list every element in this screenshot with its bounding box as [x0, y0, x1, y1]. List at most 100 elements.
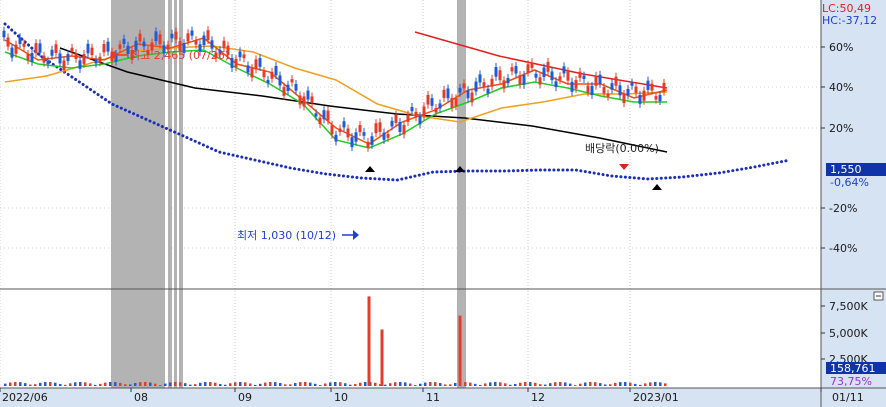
candle-body	[342, 121, 346, 128]
volume-bar	[229, 383, 232, 386]
volume-bar	[264, 382, 267, 386]
price-tick-label: -20%	[829, 202, 857, 215]
candle-body	[418, 116, 422, 125]
candle-body	[614, 76, 618, 86]
candle-body	[330, 125, 334, 135]
volume-bar	[209, 382, 212, 386]
volume-bar	[294, 383, 297, 386]
date-tick-label: 01/11	[832, 391, 864, 404]
candle-body	[158, 34, 162, 45]
current-change: -0,64%	[830, 176, 869, 189]
volume-bar	[614, 382, 617, 386]
volume-bar	[134, 383, 137, 386]
volume-bar	[394, 382, 397, 386]
volume-bar	[254, 384, 257, 386]
volume-bar	[114, 382, 117, 386]
volume-bar	[79, 381, 82, 386]
volume-bar	[534, 382, 537, 386]
volume-bar	[109, 381, 112, 386]
candle-body	[542, 67, 546, 78]
current-price: 1,550	[830, 163, 862, 176]
candle-body	[374, 123, 378, 134]
price-tick-label: 60%	[829, 41, 853, 54]
candle-body	[222, 40, 226, 49]
volume-bar	[489, 382, 492, 386]
volume-bar	[4, 383, 7, 386]
volume-bar	[444, 384, 447, 386]
candle-body	[54, 44, 58, 54]
candle-body	[486, 88, 490, 94]
volume-bar	[609, 384, 612, 386]
candle-body	[462, 83, 466, 89]
candle-body	[586, 85, 590, 93]
volume-bar	[144, 381, 147, 386]
candle-body	[142, 41, 146, 47]
candle-body	[550, 71, 554, 81]
volume-bar	[324, 383, 327, 386]
candle-body	[46, 60, 50, 65]
volume-bar	[279, 382, 282, 386]
candle-body	[6, 37, 10, 47]
volume-bar	[644, 383, 647, 386]
candle-body	[538, 77, 542, 85]
volume-bar	[399, 381, 402, 386]
candle-body	[278, 75, 282, 86]
candle-body	[638, 94, 642, 104]
high-label: 최고 2,465 (07/26)	[130, 49, 229, 62]
candle-body	[346, 128, 350, 138]
candle-body	[106, 41, 110, 52]
volume-bar	[504, 383, 507, 386]
candle-body	[578, 71, 582, 78]
volume-bar	[524, 382, 527, 386]
volume-bar	[169, 382, 172, 386]
volume-peak-bar	[367, 296, 371, 386]
candle-body	[322, 110, 326, 120]
candle-body	[450, 97, 454, 108]
volume-bar	[359, 382, 362, 386]
candle-body	[26, 54, 30, 61]
candle-body	[474, 81, 478, 92]
volume-bar	[529, 382, 532, 386]
volume-bar	[454, 382, 457, 386]
dividend-label: 배당락(0.00%)	[585, 142, 659, 155]
volume-bar	[9, 382, 12, 386]
volume-bar	[654, 381, 657, 386]
volume-bar	[234, 382, 237, 386]
candle-body	[606, 93, 610, 97]
candle-body	[90, 47, 94, 56]
volume-bar	[184, 383, 187, 386]
volume-bar	[634, 383, 637, 386]
volume-bar	[429, 381, 432, 386]
date-tick-label: 10	[334, 391, 348, 404]
volume-bar	[589, 381, 592, 386]
volume-bar	[484, 383, 487, 386]
volume-bar	[519, 382, 522, 386]
candle-body	[14, 44, 18, 54]
volume-bar	[404, 382, 407, 386]
candle-body	[154, 31, 158, 42]
price-tick-label: 20%	[829, 122, 853, 135]
volume-bar	[139, 382, 142, 386]
candle-body	[206, 30, 210, 41]
candle-body	[82, 53, 86, 64]
candle-body	[286, 84, 290, 92]
date-axis-background	[0, 388, 886, 407]
volume-bar	[94, 384, 97, 386]
candle-body	[558, 76, 562, 80]
candle-body	[170, 33, 174, 39]
candle-body	[70, 47, 74, 52]
candle-body	[30, 53, 34, 62]
volume-axis-ticks: 7,500K5,000K2,500K	[821, 300, 868, 366]
candle-body	[42, 55, 46, 63]
volume-peak-bar	[458, 315, 462, 386]
volume-bar	[34, 384, 37, 386]
volume-bar	[569, 383, 572, 386]
volume-bar	[24, 383, 27, 386]
volume-bar	[29, 384, 32, 386]
volume-bar	[44, 382, 47, 386]
volume-bar	[19, 382, 22, 386]
volume-bar	[559, 381, 562, 386]
volume-bar	[329, 382, 332, 386]
candle-body	[314, 113, 318, 117]
candle-body	[654, 96, 658, 100]
